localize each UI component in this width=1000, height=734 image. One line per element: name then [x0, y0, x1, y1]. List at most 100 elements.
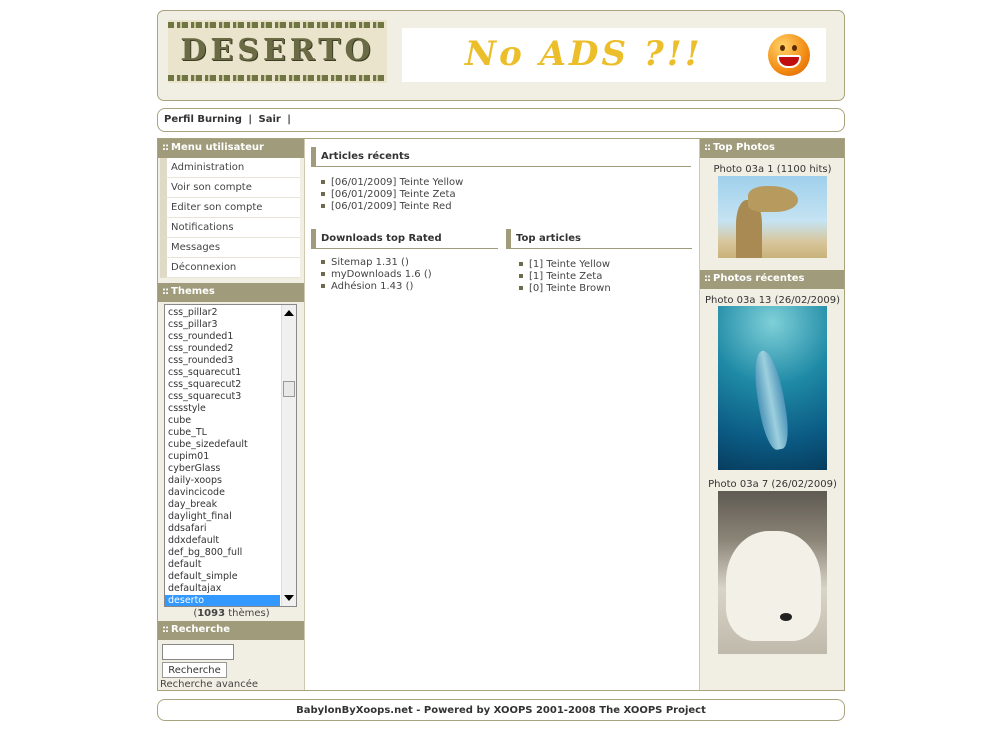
menu-item-logout[interactable]: Déconnexion	[160, 258, 300, 278]
bullet-icon	[321, 283, 325, 288]
recent-photo-caption[interactable]: Photo 03a 7 (26/02/2009)	[700, 479, 845, 490]
menu-item-notifications[interactable]: Notifications	[160, 218, 300, 238]
download-link[interactable]: Sitemap 1.31 ()	[331, 257, 409, 268]
smiley-eye-right	[792, 45, 797, 51]
top-articles-title: Top articles	[506, 229, 692, 249]
theme-option[interactable]: cyberGlass	[165, 463, 296, 475]
smiley-eye-left	[780, 45, 785, 51]
bullet-icon	[321, 191, 325, 196]
list-item[interactable]: Adhésion 1.43 ()	[321, 281, 432, 293]
list-item[interactable]: myDownloads 1.6 ()	[321, 269, 432, 281]
camel-head-shape	[748, 186, 798, 212]
camel-photo[interactable]	[718, 176, 827, 258]
dolphin-photo[interactable]	[718, 306, 827, 470]
paren-close: )	[265, 608, 270, 619]
bullet-icon	[519, 273, 523, 278]
nav-logout-link[interactable]: Sair	[259, 114, 281, 125]
bullet-icon	[321, 179, 325, 184]
left-column: :: Menu utilisateur Administration Voir s…	[158, 139, 305, 690]
advanced-search-link[interactable]: Recherche avancée	[160, 679, 258, 690]
theme-option[interactable]: def_bg_800_full	[165, 547, 296, 559]
theme-option[interactable]: cssstyle	[165, 403, 296, 415]
theme-option[interactable]: default	[165, 559, 296, 571]
search-title: :: Recherche	[158, 621, 304, 640]
theme-count-label: thèmes	[228, 608, 266, 619]
theme-option[interactable]: defaultajax	[165, 583, 296, 595]
screaming-smiley-icon	[768, 34, 810, 76]
recent-article-link[interactable]: [06/01/2009] Teinte Red	[331, 201, 452, 212]
menu-item-messages[interactable]: Messages	[160, 238, 300, 258]
list-item[interactable]: [1] Teinte Zeta	[519, 271, 611, 283]
theme-option[interactable]: css_pillar2	[165, 307, 296, 319]
search-button[interactable]: Recherche	[162, 662, 227, 678]
theme-list-scrollbar[interactable]	[281, 305, 296, 606]
list-item[interactable]: Sitemap 1.31 ()	[321, 257, 432, 269]
site-footer: BabylonByXoops.net - Powered by XOOPS 20…	[157, 699, 845, 721]
block-dots-icon: ::	[704, 142, 711, 153]
theme-count-number: 1093	[197, 608, 226, 619]
recent-photo-caption[interactable]: Photo 03a 13 (26/02/2009)	[700, 295, 845, 306]
theme-option[interactable]: cube	[165, 415, 296, 427]
theme-select-list[interactable]: css_pillar2 css_pillar3 css_rounded1 css…	[164, 304, 297, 607]
scroll-thumb[interactable]	[283, 381, 295, 397]
theme-option[interactable]: css_rounded3	[165, 355, 296, 367]
center-column: Articles récents [06/01/2009] Teinte Yel…	[305, 139, 699, 690]
site-header: DESERTO No ADS ?!!	[157, 10, 845, 101]
theme-option[interactable]: default_simple	[165, 571, 296, 583]
top-article-link[interactable]: [1] Teinte Zeta	[529, 271, 602, 282]
banner-text: No ADS ?!!	[465, 34, 703, 74]
list-item[interactable]: [06/01/2009] Teinte Red	[321, 201, 463, 213]
theme-option[interactable]: css_squarecut3	[165, 391, 296, 403]
menu-item-view-account[interactable]: Voir son compte	[160, 178, 300, 198]
download-link[interactable]: Adhésion 1.43 ()	[331, 281, 413, 292]
theme-option-selected[interactable]: deserto	[165, 595, 280, 606]
theme-option[interactable]: daylight_final	[165, 511, 296, 523]
search-input[interactable]	[162, 644, 234, 660]
theme-items: css_pillar2 css_pillar3 css_rounded1 css…	[165, 307, 296, 606]
right-column: :: Top Photos Photo 03a 1 (1100 hits) :: P…	[699, 139, 844, 690]
download-link[interactable]: myDownloads 1.6 ()	[331, 269, 432, 280]
theme-option[interactable]: cupim01	[165, 451, 296, 463]
top-article-link[interactable]: [1] Teinte Yellow	[529, 259, 610, 270]
list-item[interactable]: [1] Teinte Yellow	[519, 259, 611, 271]
recent-article-link[interactable]: [06/01/2009] Teinte Yellow	[331, 177, 463, 188]
main-container: :: Menu utilisateur Administration Voir s…	[157, 138, 845, 691]
theme-option[interactable]: css_rounded1	[165, 331, 296, 343]
theme-option[interactable]: css_pillar3	[165, 319, 296, 331]
nav-separator: |	[287, 114, 291, 125]
recent-article-link[interactable]: [06/01/2009] Teinte Zeta	[331, 189, 456, 200]
scroll-up-arrow-icon[interactable]	[284, 310, 294, 316]
theme-option[interactable]: cube_sizedefault	[165, 439, 296, 451]
bear-body-shape	[726, 531, 821, 641]
theme-option[interactable]: ddsafari	[165, 523, 296, 535]
downloads-list: Sitemap 1.31 () myDownloads 1.6 () Adhés…	[321, 257, 432, 293]
list-item[interactable]: [06/01/2009] Teinte Zeta	[321, 189, 463, 201]
theme-option[interactable]: css_rounded2	[165, 343, 296, 355]
nav-profile-link[interactable]: Perfil Burning	[164, 114, 242, 125]
list-item[interactable]: [0] Teinte Brown	[519, 283, 611, 295]
downloads-top-rated-title: Downloads top Rated	[311, 229, 498, 249]
block-dots-icon: ::	[162, 624, 169, 635]
theme-option[interactable]: day_break	[165, 499, 296, 511]
top-photo-caption[interactable]: Photo 03a 1 (1100 hits)	[700, 164, 845, 175]
theme-count: (1093 thèmes)	[158, 608, 305, 619]
recent-articles-title: Articles récents	[311, 147, 691, 167]
theme-option[interactable]: daily-xoops	[165, 475, 296, 487]
theme-option[interactable]: css_squarecut1	[165, 367, 296, 379]
theme-option[interactable]: css_squarecut2	[165, 379, 296, 391]
polar-bear-photo[interactable]	[718, 491, 827, 654]
bear-nose-shape	[780, 613, 792, 621]
site-logo[interactable]: DESERTO	[168, 20, 387, 83]
theme-option[interactable]: ddxdefault	[165, 535, 296, 547]
block-dots-icon: ::	[704, 273, 711, 284]
top-article-link[interactable]: [0] Teinte Brown	[529, 283, 611, 294]
menu-item-administration[interactable]: Administration	[160, 158, 300, 178]
menu-item-edit-account[interactable]: Editer son compte	[160, 198, 300, 218]
ad-banner[interactable]: No ADS ?!!	[402, 28, 826, 82]
scroll-down-arrow-icon[interactable]	[284, 595, 294, 601]
list-item[interactable]: [06/01/2009] Teinte Yellow	[321, 177, 463, 189]
theme-option[interactable]: davincicode	[165, 487, 296, 499]
bullet-icon	[321, 203, 325, 208]
theme-option[interactable]: cube_TL	[165, 427, 296, 439]
bullet-icon	[321, 259, 325, 264]
